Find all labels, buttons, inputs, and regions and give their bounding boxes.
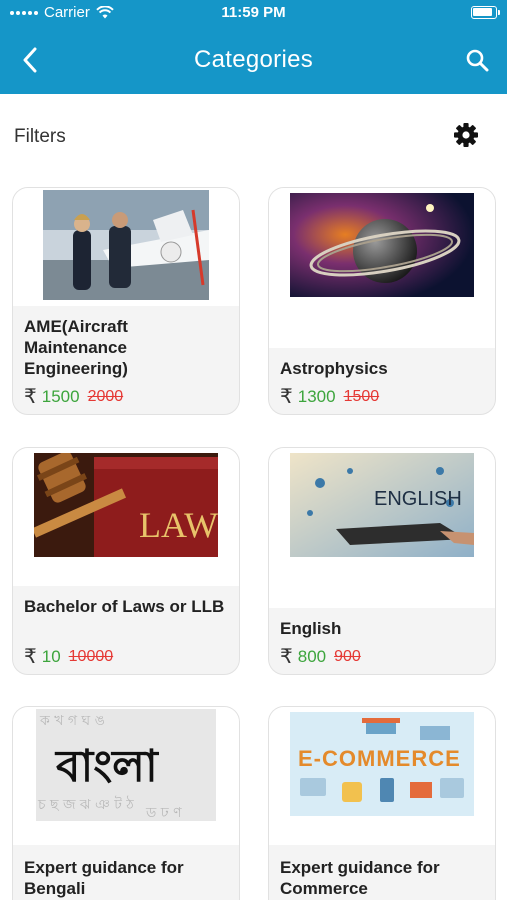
ecommerce-text: E-COMMERCE <box>298 746 461 771</box>
category-card-english[interactable]: ENGLISH English ₹ 800 900 <box>268 447 496 675</box>
gear-icon <box>454 123 478 147</box>
ecommerce-illustration: E-COMMERCE <box>290 712 474 816</box>
filters-label: Filters <box>14 126 66 147</box>
category-image <box>269 188 495 348</box>
category-card-astrophysics[interactable]: Astrophysics ₹ 1300 1500 <box>268 187 496 415</box>
svg-text:ক খ গ ঘ ঙ: ক খ গ ঘ ঙ <box>39 713 105 729</box>
category-card-bengali[interactable]: ক খ গ ঘ ঙ চ ছ জ ঝ ঞ ট ঠ ড ঢ ণ বাংলা Expe… <box>12 706 240 900</box>
category-card-commerce[interactable]: E-COMMERCE Expert guidance for Commerce <box>268 706 496 900</box>
english-text: ENGLISH <box>374 488 462 510</box>
clock: 11:59 PM <box>221 4 286 21</box>
bangla-text: বাংলা <box>54 741 160 792</box>
category-image: LAW <box>13 448 239 586</box>
category-image: ক খ গ ঘ ঙ চ ছ জ ঝ ঞ ট ঠ ড ঢ ণ বাংলা <box>13 707 239 845</box>
category-name: AME(Aircraft Maintenance Engineering) <box>24 317 128 378</box>
sale-price: 1500 <box>41 386 80 406</box>
law-book-text: LAW <box>139 505 218 545</box>
aircraft-photo <box>43 190 209 300</box>
category-name: Bachelor of Laws or LLB <box>24 597 225 616</box>
sale-price: 800 <box>297 646 327 666</box>
filter-settings-button[interactable] <box>451 120 481 150</box>
search-button[interactable] <box>459 42 495 78</box>
category-card-llb[interactable]: LAW Bachelor of Laws or LLB ₹ 10 10000 <box>12 447 240 675</box>
bangla-script-image: ক খ গ ঘ ঙ চ ছ জ ঝ ঞ ট ঠ ড ঢ ণ বাংলা <box>36 709 216 821</box>
original-price: 1500 <box>343 387 380 405</box>
price-row: ₹ 1300 1500 <box>280 384 379 409</box>
rupee-icon: ₹ <box>280 386 293 408</box>
battery-icon <box>471 6 500 19</box>
rupee-icon: ₹ <box>24 646 37 668</box>
sale-price: 1300 <box>297 386 336 406</box>
filters-row: Filters <box>0 112 507 160</box>
category-image: ENGLISH <box>269 448 495 608</box>
category-card-ame[interactable]: AME(Aircraft Maintenance Engineering) ₹ … <box>12 187 240 415</box>
planet-photo <box>290 193 474 297</box>
original-price: 10000 <box>68 647 114 665</box>
sale-price: 10 <box>41 646 61 666</box>
category-image: E-COMMERCE <box>269 707 495 845</box>
price-row: ₹ 1500 2000 <box>24 384 123 409</box>
price-row: ₹ 10 10000 <box>24 644 113 669</box>
app-header: Carrier 11:59 PM Categories <box>0 0 507 94</box>
rupee-icon: ₹ <box>280 646 293 668</box>
category-name: Astrophysics <box>280 359 388 378</box>
search-icon <box>466 49 489 72</box>
svg-text:ড ঢ ণ: ড ঢ ণ <box>145 805 182 821</box>
category-name: Expert guidance for Commerce <box>280 858 440 898</box>
page-title: Categories <box>193 46 314 73</box>
original-price: 900 <box>334 647 361 665</box>
category-name: English <box>280 619 342 638</box>
gavel-law-photo: LAW <box>34 453 218 557</box>
category-name: Expert guidance for Bengali <box>24 858 184 898</box>
nav-bar: Categories <box>0 28 507 94</box>
svg-text:চ ছ জ ঝ ঞ ট ঠ: চ ছ জ ঝ ঞ ট ঠ <box>37 796 134 813</box>
english-tablet-photo: ENGLISH <box>290 453 474 557</box>
rupee-icon: ₹ <box>24 386 37 408</box>
category-image <box>13 188 239 306</box>
status-bar: Carrier 11:59 PM <box>0 0 507 28</box>
original-price: 2000 <box>87 387 124 405</box>
price-row: ₹ 800 900 <box>280 644 361 669</box>
